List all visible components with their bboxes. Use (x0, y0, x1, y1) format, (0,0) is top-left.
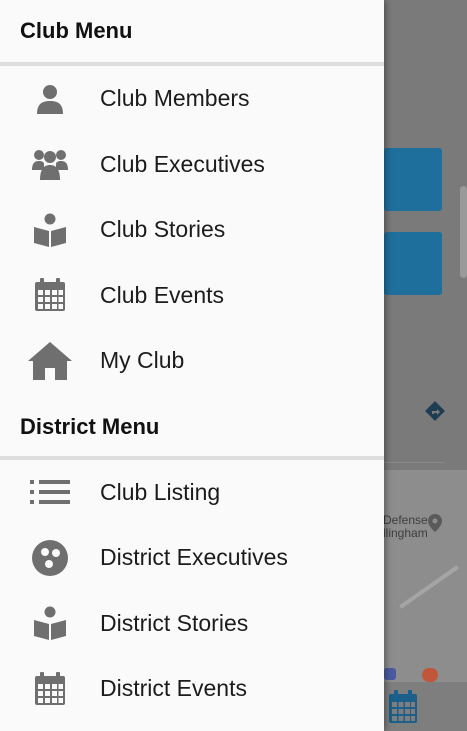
menu-item-district-events[interactable]: District Events (0, 656, 384, 722)
menu-item-label: Club Listing (100, 478, 221, 505)
menu-item-club-listing[interactable]: Club Listing (0, 460, 384, 526)
menu-item-label: Club Events (100, 281, 225, 308)
person-icon (0, 84, 100, 114)
calendar-icon (389, 690, 417, 723)
background-button-1 (384, 148, 442, 211)
group-icon (0, 148, 100, 181)
book-reader-icon (0, 606, 100, 641)
menu-item-label: Club Members (100, 85, 250, 112)
menu-item-club-stories[interactable]: Club Stories (0, 197, 384, 263)
menu-item-label: District Stories (100, 609, 249, 636)
list-icon (0, 480, 100, 505)
background-divider (384, 462, 444, 463)
circle-dots-icon (0, 539, 100, 576)
club-menu-title: Club Menu (20, 18, 133, 43)
map-transit-icon (384, 668, 396, 680)
menu-item-district-executives[interactable]: District Executives (0, 525, 384, 591)
background-scrollbar (460, 186, 467, 278)
calendar-icon (0, 671, 100, 706)
navigation-drawer: Club Menu Club Members Club Executives C… (0, 0, 384, 731)
menu-item-club-events[interactable]: Club Events (0, 263, 384, 329)
menu-item-label: Club Stories (100, 216, 226, 243)
map-pin-icon (428, 514, 442, 532)
background-button-2 (384, 232, 442, 295)
district-menu-title: District Menu (20, 413, 160, 439)
home-icon (0, 341, 100, 380)
menu-item-club-executives[interactable]: Club Executives (0, 132, 384, 198)
directions-icon (425, 401, 445, 421)
menu-item-my-club[interactable]: My Club (0, 328, 384, 394)
menu-item-club-members[interactable]: Club Members (0, 66, 384, 132)
menu-item-label: District Executives (100, 544, 288, 571)
menu-item-label: Club Executives (100, 150, 265, 177)
menu-item-label: My Club (100, 347, 185, 374)
menu-item-label: District Events (100, 675, 247, 702)
background-map (384, 470, 467, 682)
calendar-icon (0, 278, 100, 312)
map-label: Defense llingham (383, 513, 428, 540)
book-reader-icon (0, 213, 100, 247)
menu-item-district-stories[interactable]: District Stories (0, 591, 384, 657)
map-hospital-icon (422, 668, 438, 682)
